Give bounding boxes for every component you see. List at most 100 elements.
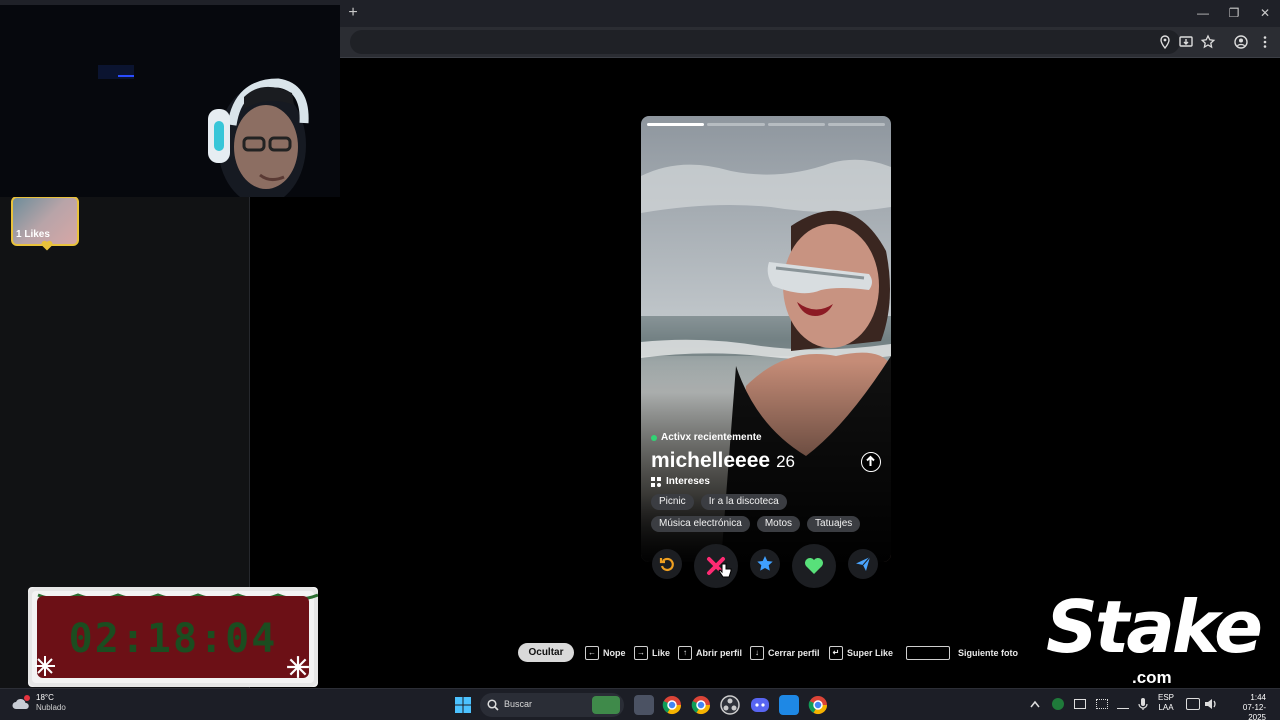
network-off-icon[interactable] — [1117, 699, 1129, 709]
clock-date: 07-12-2025 — [1242, 703, 1266, 720]
search-placeholder: Buscar — [504, 699, 533, 709]
shortcut-label: Abrir perfil — [696, 648, 743, 658]
send-icon — [856, 556, 871, 571]
interests-heading-text: Intereses — [666, 476, 710, 487]
likes-label: 1 Likes — [16, 229, 50, 240]
search-icon — [487, 699, 499, 711]
notepad-icon[interactable] — [779, 695, 799, 715]
interest-chip: Motos — [756, 516, 801, 532]
interests-list: Picnic Ir a la discoteca Música electrón… — [651, 494, 881, 532]
hand-cursor-icon — [718, 563, 732, 578]
right-arrow-key-icon: → — [634, 646, 648, 660]
star-icon[interactable] — [1200, 34, 1216, 50]
clock-time: 1:44 — [1250, 693, 1266, 702]
microphone-icon[interactable] — [1138, 697, 1148, 711]
restore-button[interactable]: ❐ — [1221, 4, 1247, 22]
close-window-button[interactable]: ✕ — [1252, 4, 1278, 22]
active-status: Activx recientemente — [651, 432, 762, 443]
taskbar: 18°C Nublado Buscar ESP LAA 1:44 07-12-2… — [0, 688, 1280, 720]
display-icon[interactable] — [1186, 698, 1200, 710]
shortcut-nope: ← Nope — [585, 645, 626, 661]
shortcut-label: Cerrar perfil — [768, 648, 820, 658]
tray-app-icon[interactable] — [1096, 699, 1108, 709]
photo-progress-segment — [707, 123, 765, 126]
tray-app-icon[interactable] — [1052, 698, 1064, 710]
arrow-up-icon — [866, 455, 875, 466]
likes-card[interactable]: 1 Likes — [11, 196, 79, 246]
boost-button[interactable] — [848, 549, 878, 579]
action-bar — [652, 544, 882, 588]
shortcut-super-like: ↵ Super Like — [829, 645, 893, 661]
address-bar[interactable] — [350, 30, 1180, 54]
shortcut-next-photo: Siguiente foto — [906, 645, 1018, 661]
language-indicator[interactable]: ESP LAA — [1158, 693, 1174, 713]
star-icon — [757, 556, 773, 571]
snowflake-icon — [35, 656, 55, 676]
keyboard-layout: LAA — [1158, 703, 1174, 712]
profile-age: 26 — [776, 452, 796, 471]
stake-wordmark: Stake — [1046, 585, 1263, 669]
shortcut-label: Nope — [603, 648, 626, 658]
shortcut-open-profile: ↑ Abrir perfil — [678, 645, 742, 661]
countdown-timer: 02:18:04 — [28, 587, 318, 687]
menu-icon[interactable] — [1257, 34, 1273, 50]
grid-icon — [651, 476, 661, 487]
snowflake-icon — [287, 656, 309, 678]
search-highlight-icon — [592, 696, 620, 714]
volume-icon[interactable] — [1204, 697, 1218, 711]
weather-description: Nublado — [36, 703, 66, 712]
shortcut-label: Siguiente foto — [958, 648, 1018, 658]
open-profile-button[interactable] — [861, 452, 881, 472]
shortcut-close-profile: ↓ Cerrar perfil — [750, 645, 820, 661]
heart-icon — [805, 558, 823, 574]
new-tab-button[interactable]: + — [344, 4, 362, 22]
chrome-icon[interactable] — [808, 695, 828, 715]
timer-value: 02:18:04 — [68, 616, 278, 662]
profile-icon[interactable] — [1233, 34, 1249, 50]
location-icon[interactable] — [1157, 34, 1173, 50]
install-icon[interactable] — [1178, 34, 1194, 50]
language-code: ESP — [1158, 693, 1175, 702]
stake-domain: .com — [1132, 668, 1172, 687]
minimize-button[interactable]: — — [1190, 4, 1216, 22]
interests-heading: Intereses — [651, 476, 710, 487]
photo-progress-segment — [827, 123, 885, 126]
active-status-text: Activx recientemente — [661, 432, 762, 443]
space-key-icon — [906, 646, 950, 660]
chrome-icon[interactable] — [662, 695, 682, 715]
interest-chip: Música electrónica — [651, 516, 750, 532]
gold-heart-icon — [41, 240, 53, 251]
hide-shortcuts-button[interactable]: Ocultar — [518, 643, 574, 662]
chrome-icon[interactable] — [691, 695, 711, 715]
webcam-overlay — [0, 5, 340, 197]
screen: + — ❐ ✕ 1 Likes Activx recientemente mic… — [0, 0, 1280, 720]
weather-temperature: 18°C — [36, 693, 54, 702]
cloud-icon — [12, 695, 30, 709]
obs-icon[interactable] — [720, 695, 740, 715]
enter-key-icon: ↵ — [829, 646, 843, 660]
streamer-webcam-image — [0, 5, 340, 197]
tray-app-icon[interactable] — [1074, 699, 1086, 709]
like-button[interactable] — [792, 544, 836, 588]
name-row: michelleeee 26 — [651, 449, 795, 473]
interest-chip: Ir a la discoteca — [700, 494, 787, 510]
online-dot-icon — [651, 434, 657, 441]
shortcut-label: Super Like — [847, 648, 894, 658]
profile-card[interactable]: Activx recientemente michelleeee 26 Inte… — [641, 116, 891, 562]
taskbar-search[interactable]: Buscar — [480, 693, 624, 717]
discord-icon[interactable] — [750, 695, 770, 715]
photo-progress-segment — [767, 123, 825, 126]
stake-logo: Stake .com — [1046, 584, 1263, 692]
left-arrow-key-icon: ← — [585, 646, 599, 660]
windows-start-icon[interactable] — [455, 697, 471, 713]
shortcut-label: Like — [652, 648, 671, 658]
chevron-up-icon[interactable] — [1030, 700, 1040, 708]
task-view-icon[interactable] — [634, 695, 654, 715]
clock[interactable]: 1:44 07-12-2025 — [1226, 693, 1266, 720]
photo-progress-segment — [647, 123, 705, 126]
interest-chip: Picnic — [651, 494, 694, 510]
super-like-button[interactable] — [750, 549, 780, 579]
rewind-icon — [659, 557, 674, 572]
rewind-button[interactable] — [652, 549, 682, 579]
weather-widget[interactable]: 18°C Nublado — [12, 693, 66, 713]
